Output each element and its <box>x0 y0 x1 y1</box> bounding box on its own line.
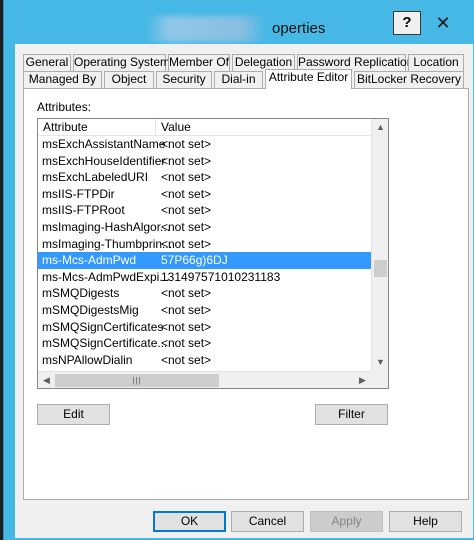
table-row[interactable]: ms-Mcs-AdmPwdExpi... 131497571010231183 <box>38 269 371 286</box>
attribute-value-cell: <not set> <box>161 319 212 334</box>
column-divider[interactable] <box>155 119 156 136</box>
attribute-value-cell: <not set> <box>161 352 212 367</box>
dialog-window: operties ? ✕ General Operating System Me… <box>3 0 474 540</box>
attribute-name-cell: msExchAssistantName <box>42 137 166 151</box>
list-rows: msExchAssistantName <not set> msExchHouseI… <box>38 136 371 368</box>
tab-location[interactable]: Location <box>408 54 464 71</box>
table-row-selected[interactable]: ms-Mcs-AdmPwd 57P66g)6DJ <box>38 252 371 269</box>
attribute-name-cell: msImaging-HashAlgor... <box>42 219 171 234</box>
attributes-label: Attributes: <box>37 100 92 114</box>
horizontal-scrollbar[interactable]: ◀ ||| ▶ <box>38 371 371 388</box>
cancel-button[interactable]: Cancel <box>231 511 304 532</box>
attribute-name-cell: mSMQDigests <box>42 286 120 301</box>
table-row[interactable]: mSMQDigestsMig <not set> <box>38 302 371 319</box>
title-help-button[interactable]: ? <box>393 11 421 35</box>
table-row[interactable]: msImaging-HashAlgor... <not set> <box>38 219 371 236</box>
chevron-left-icon: ◀ <box>43 375 50 385</box>
attribute-name-cell: mSMQSignCertificates <box>42 319 164 334</box>
apply-button[interactable]: Apply <box>310 511 383 532</box>
scroll-down-button[interactable]: ▼ <box>372 354 388 371</box>
scrollbar-corner <box>371 371 388 388</box>
attributes-list[interactable]: Attribute Value msExchAssistantName <not … <box>37 118 389 389</box>
attribute-name-cell: msExchLabeledURI <box>42 170 149 185</box>
table-row[interactable]: msNPAllowDialin <not set> <box>38 352 371 369</box>
attribute-value-cell: <not set> <box>161 236 212 251</box>
help-button[interactable]: Help <box>389 511 462 532</box>
attribute-name-cell: msImaging-Thumbprin... <box>42 236 173 251</box>
attribute-value-cell: 57P66g)6DJ <box>161 253 228 268</box>
ok-button[interactable]: OK <box>153 511 226 532</box>
scroll-right-button[interactable]: ▶ <box>354 372 371 388</box>
chevron-up-icon: ▲ <box>376 122 385 132</box>
attribute-value-cell: <not set> <box>161 186 212 201</box>
scroll-up-button[interactable]: ▲ <box>372 119 388 136</box>
question-mark-icon: ? <box>402 14 412 31</box>
table-row[interactable]: mSMQDigests <not set> <box>38 285 371 302</box>
vertical-scroll-thumb[interactable] <box>374 260 387 277</box>
title-close-button[interactable]: ✕ <box>428 11 458 35</box>
table-row[interactable]: msExchAssistantName <not set> <box>38 136 371 153</box>
attribute-name-cell: msIIS-FTPDir <box>42 186 115 201</box>
tab-bitlocker-recovery[interactable]: BitLocker Recovery <box>354 71 464 88</box>
chevron-right-icon: ▶ <box>359 375 366 385</box>
attribute-value-cell: <not set> <box>161 153 212 168</box>
attribute-name-cell: mSMQDigestsMig <box>42 302 139 317</box>
attribute-name-cell: msExchHouseIdentifier <box>42 153 166 168</box>
window-title: operties <box>272 20 326 37</box>
tab-object[interactable]: Object <box>104 71 154 88</box>
list-header: Attribute Value <box>38 119 371 136</box>
chevron-down-icon: ▼ <box>376 357 385 367</box>
scroll-left-button[interactable]: ◀ <box>38 372 55 388</box>
horizontal-scroll-thumb[interactable]: ||| <box>55 374 219 387</box>
attribute-editor-panel: Attributes: Attribute Value msExchAssist… <box>23 88 469 500</box>
attribute-value-cell: <not set> <box>161 219 212 234</box>
dialog-client-area: General Operating System Member Of Deleg… <box>15 44 473 538</box>
column-header-attribute[interactable]: Attribute <box>43 120 88 134</box>
tab-managed-by[interactable]: Managed By <box>23 71 102 88</box>
table-row[interactable]: msImaging-Thumbprin... <not set> <box>38 236 371 253</box>
close-icon: ✕ <box>435 13 451 33</box>
filter-button[interactable]: Filter <box>315 404 388 425</box>
tab-member-of[interactable]: Member Of <box>168 54 230 71</box>
attribute-name-cell: ms-Mcs-AdmPwdExpi... <box>42 269 170 284</box>
table-row[interactable]: msIIS-FTPDir <not set> <box>38 186 371 203</box>
title-bar[interactable]: operties ? ✕ <box>4 0 474 44</box>
tab-dial-in[interactable]: Dial-in <box>214 71 263 88</box>
column-header-value[interactable]: Value <box>161 120 191 134</box>
tab-attribute-editor[interactable]: Attribute Editor <box>265 69 352 89</box>
attribute-value-cell: <not set> <box>161 302 212 317</box>
tab-security[interactable]: Security <box>156 71 212 88</box>
table-row[interactable]: mSMQSignCertificates <not set> <box>38 319 371 336</box>
table-row[interactable]: msExchLabeledURI <not set> <box>38 169 371 186</box>
table-row[interactable]: msIIS-FTPRoot <not set> <box>38 202 371 219</box>
grip-icon: ||| <box>132 376 142 385</box>
attribute-name-cell: msIIS-FTPRoot <box>42 203 125 218</box>
vertical-scrollbar[interactable]: ▲ ▼ <box>371 119 388 371</box>
tab-general[interactable]: General <box>23 54 71 71</box>
attribute-value-cell: <not set> <box>161 286 212 301</box>
attribute-name-cell: ms-Mcs-AdmPwd <box>42 253 137 268</box>
table-row[interactable]: msExchHouseIdentifier <not set> <box>38 153 371 170</box>
attribute-value-cell: 131497571010231183 <box>161 269 281 284</box>
attribute-value-cell: <not set> <box>161 203 212 218</box>
attribute-value-cell: <not set> <box>161 137 212 151</box>
table-row[interactable]: mSMQSignCertificate... <not set> <box>38 335 371 352</box>
attribute-value-cell: <not set> <box>161 336 212 351</box>
edit-button[interactable]: Edit <box>37 404 110 425</box>
attribute-value-cell: <not set> <box>161 170 212 185</box>
tab-operating-system[interactable]: Operating System <box>73 54 170 71</box>
attribute-name-cell: mSMQSignCertificate... <box>42 336 168 351</box>
attribute-name-cell: msNPAllowDialin <box>42 352 133 367</box>
